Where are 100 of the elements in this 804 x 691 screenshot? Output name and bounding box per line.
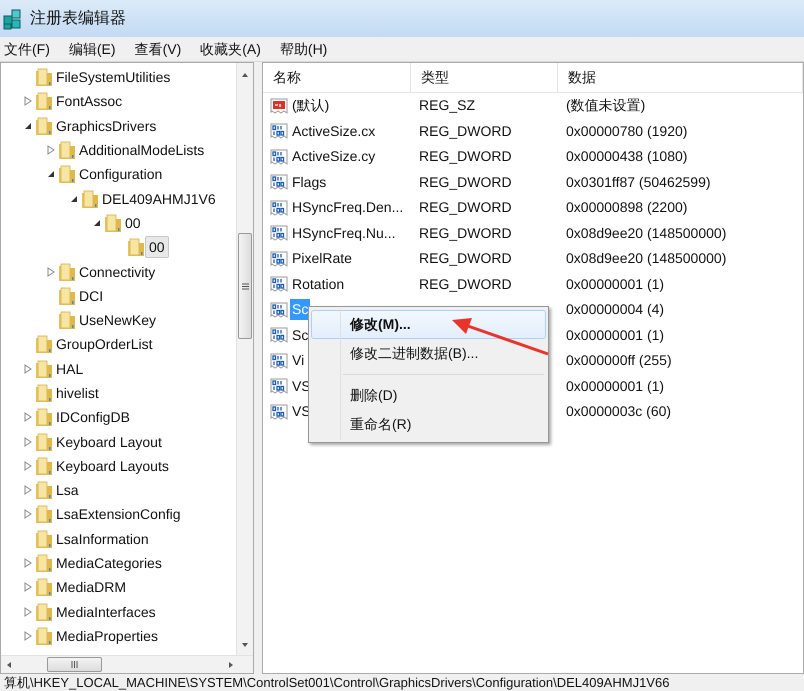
expand-icon[interactable] bbox=[24, 606, 32, 617]
value-data: 0x0301ff87 (50462599) bbox=[566, 174, 711, 190]
expand-icon[interactable] bbox=[24, 582, 32, 592]
expand-icon[interactable] bbox=[24, 485, 32, 496]
tree-item[interactable]: Configuration bbox=[76, 164, 166, 184]
value-data: 0x0000003c (60) bbox=[566, 403, 672, 420]
tree-item[interactable]: GroupOrderList bbox=[53, 334, 156, 354]
binary-value-icon bbox=[270, 122, 288, 140]
value-name[interactable]: Rotation bbox=[290, 274, 346, 295]
string-value-icon bbox=[270, 96, 288, 115]
expand-icon[interactable] bbox=[24, 412, 32, 422]
value-name[interactable]: ActiveSize.cx bbox=[290, 120, 378, 142]
folder-icon bbox=[58, 310, 76, 330]
menu-item[interactable]: 编辑(E) bbox=[64, 38, 121, 60]
binary-value-icon bbox=[270, 173, 288, 192]
tree-item[interactable]: DCI bbox=[76, 286, 106, 306]
expand-icon[interactable] bbox=[24, 509, 32, 520]
column-header[interactable]: 数据 bbox=[558, 63, 803, 92]
scrollbar-thumb[interactable] bbox=[47, 657, 102, 672]
expand-icon[interactable] bbox=[47, 145, 55, 156]
menu-item[interactable]: 帮助(H) bbox=[276, 38, 332, 60]
value-data: 0x08d9ee20 (148500000) bbox=[566, 224, 726, 241]
value-name[interactable]: ActiveSize.cy bbox=[290, 146, 378, 168]
expand-icon[interactable] bbox=[24, 630, 32, 641]
binary-value-icon bbox=[270, 352, 288, 370]
menu-item[interactable]: 文件(F) bbox=[0, 38, 55, 60]
value-data: 0x00000004 (4) bbox=[566, 301, 664, 318]
value-name[interactable]: Vi bbox=[290, 350, 306, 372]
tree-item[interactable]: Lsa bbox=[53, 480, 82, 500]
collapse-icon[interactable] bbox=[24, 122, 32, 130]
value-data: 0x00000780 (1920) bbox=[566, 122, 688, 139]
menu-item[interactable]: 修改二进制数据(B)... bbox=[311, 339, 546, 368]
tree-item[interactable]: MediaDRM bbox=[53, 577, 130, 598]
value-type: REG_DWORD bbox=[419, 174, 512, 190]
tree-item[interactable]: HAL bbox=[53, 358, 86, 379]
window-title: 注册表编辑器 bbox=[30, 8, 126, 28]
value-name[interactable]: HSyncFreq.Nu... bbox=[290, 222, 398, 244]
collapse-icon[interactable] bbox=[70, 194, 78, 203]
value-data: 0x00000001 (1) bbox=[566, 326, 664, 343]
tree-item[interactable]: Connectivity bbox=[76, 262, 158, 282]
binary-value-icon bbox=[270, 224, 288, 242]
menu-item[interactable]: 收藏夹(A) bbox=[196, 38, 266, 60]
tree-item[interactable]: FontAssoc bbox=[53, 91, 126, 112]
value-name[interactable]: Sc bbox=[290, 324, 310, 346]
collapse-icon[interactable] bbox=[47, 170, 55, 178]
tree-item[interactable]: hivelist bbox=[53, 383, 102, 403]
binary-value-icon bbox=[270, 275, 288, 294]
tree-item[interactable]: Keyboard Layout bbox=[53, 432, 165, 452]
tree-item[interactable]: 00 bbox=[145, 236, 169, 258]
tree-item[interactable]: LsaExtensionConfig bbox=[53, 504, 184, 524]
menu-item[interactable]: 重命名(R) bbox=[311, 410, 546, 439]
folder-icon bbox=[35, 67, 53, 88]
collapse-icon[interactable] bbox=[93, 218, 101, 227]
folder-icon bbox=[35, 504, 53, 524]
expand-icon[interactable] bbox=[24, 96, 32, 106]
tree-item[interactable]: Keyboard Layouts bbox=[53, 456, 172, 476]
value-type: REG_DWORD bbox=[419, 250, 512, 266]
folder-icon bbox=[81, 188, 99, 209]
value-type: REG_DWORD bbox=[419, 199, 512, 216]
tree-item[interactable]: IDConfigDB bbox=[53, 407, 133, 428]
tree-item[interactable]: 00 bbox=[122, 212, 144, 233]
scrollbar-thumb[interactable] bbox=[238, 233, 252, 339]
tree-item[interactable]: MediaProperties bbox=[53, 626, 161, 646]
expand-icon[interactable] bbox=[24, 364, 32, 374]
value-data: 0x00000438 (1080) bbox=[566, 148, 688, 164]
expand-icon[interactable] bbox=[24, 460, 32, 471]
expand-icon[interactable] bbox=[24, 558, 32, 568]
folder-icon bbox=[58, 164, 76, 184]
tree-item[interactable]: AdditionalModeLists bbox=[76, 140, 208, 160]
value-type: REG_SZ bbox=[419, 97, 476, 114]
expand-icon[interactable] bbox=[24, 436, 32, 447]
tree-item[interactable]: FileSystemUtilities bbox=[53, 67, 174, 88]
value-type: REG_DWORD bbox=[419, 224, 512, 241]
menu-item[interactable]: 删除(D) bbox=[311, 381, 546, 410]
value-name[interactable]: PixelRate bbox=[290, 248, 354, 270]
expand-icon[interactable] bbox=[47, 266, 55, 277]
tree-item[interactable]: GraphicsDrivers bbox=[53, 116, 160, 136]
tree-item[interactable]: LsaInformation bbox=[53, 528, 152, 549]
tree-item[interactable]: DEL409AHMJ1V6 bbox=[99, 188, 219, 209]
value-data: 0x00000001 (1) bbox=[566, 378, 664, 394]
folder-icon bbox=[35, 407, 53, 428]
column-header[interactable]: 名称 bbox=[263, 63, 411, 92]
value-name[interactable]: (默认) bbox=[290, 95, 332, 116]
value-type: REG_DWORD bbox=[419, 276, 512, 292]
value-name[interactable]: HSyncFreq.Den... bbox=[290, 197, 406, 218]
menu-item[interactable]: 修改(M)... bbox=[311, 310, 546, 339]
tree-item[interactable]: UseNewKey bbox=[76, 310, 160, 330]
grip-icon bbox=[71, 661, 78, 668]
tree-item[interactable]: MediaInterfaces bbox=[53, 602, 159, 622]
value-name[interactable]: Flags bbox=[290, 172, 328, 193]
value-data: 0x000000ff (255) bbox=[566, 352, 672, 368]
tree-item[interactable]: MediaCategories bbox=[53, 553, 165, 574]
folder-icon bbox=[35, 480, 53, 500]
folder-icon bbox=[58, 140, 76, 160]
status-bar: 算机\HKEY_LOCAL_MACHINE\SYSTEM\ControlSet001\Control\GraphicsDrivers\Configuration\DEL409AHMJ1V66 bbox=[0, 674, 804, 691]
folder-icon bbox=[35, 553, 53, 574]
folder-icon bbox=[35, 528, 53, 549]
value-type: REG_DWORD bbox=[419, 122, 512, 139]
column-header[interactable]: 类型 bbox=[411, 63, 558, 92]
menu-item[interactable]: 查看(V) bbox=[130, 38, 186, 60]
